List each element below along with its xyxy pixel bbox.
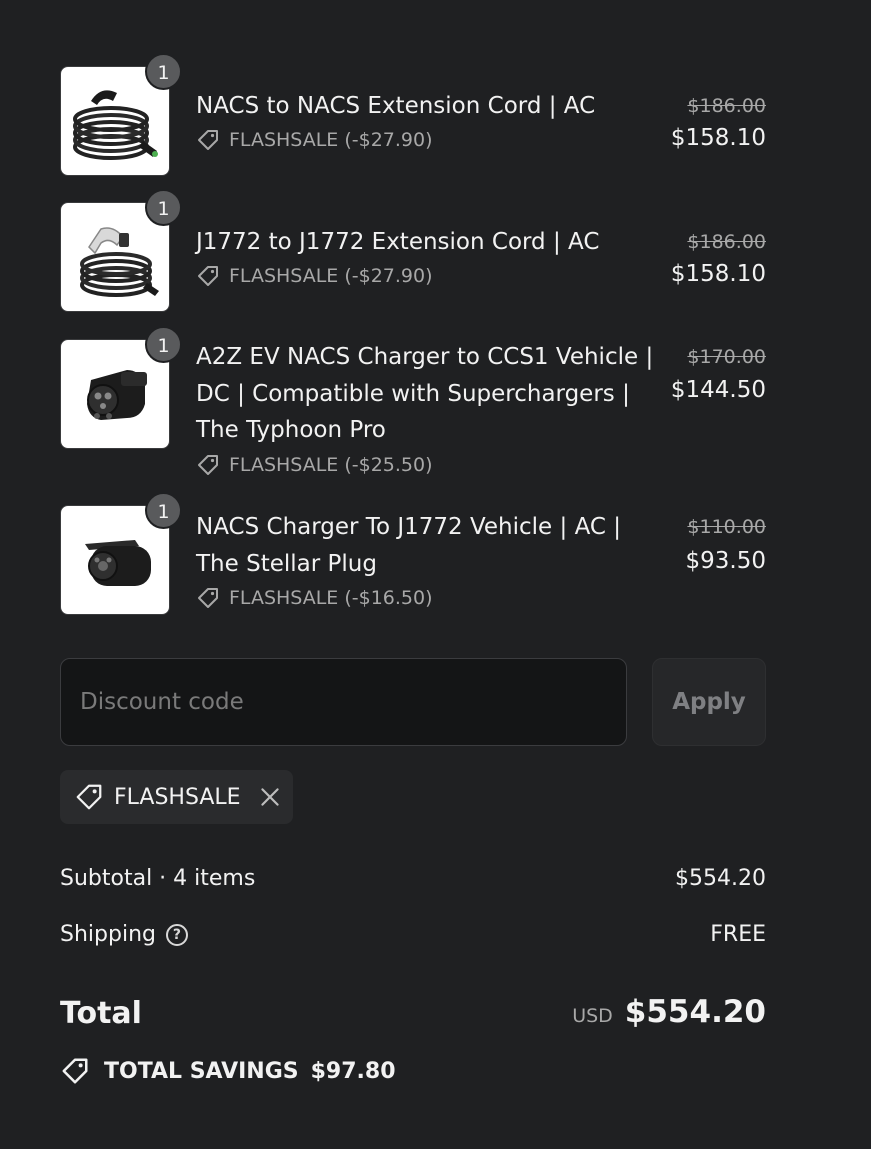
- remove-discount-icon[interactable]: [257, 784, 283, 810]
- savings-value: $97.80: [310, 1058, 396, 1084]
- subtotal-row: Subtotal · 4 items $554.20: [60, 866, 766, 891]
- discounted-price: $158.10: [670, 261, 766, 287]
- total-amount: USD $554.20: [572, 994, 766, 1030]
- tag-icon: [62, 1058, 88, 1084]
- tag-icon: [198, 266, 218, 286]
- tag-icon: [198, 455, 218, 475]
- item-discount-label: FLASHSALE (-$25.50): [229, 454, 433, 476]
- discounted-price: $158.10: [670, 125, 766, 151]
- discounted-price: $93.50: [685, 548, 766, 574]
- tag-icon: [76, 784, 102, 810]
- tag-icon: [198, 588, 218, 608]
- apply-button[interactable]: Apply: [652, 658, 766, 746]
- help-icon[interactable]: ?: [165, 924, 188, 946]
- discount-code-input[interactable]: [60, 658, 627, 746]
- item-discount-label: FLASHSALE (-$27.90): [229, 265, 433, 287]
- subtotal-label: Subtotal · 4 items: [60, 866, 256, 891]
- item-discount: FLASHSALE (-$27.90): [196, 264, 433, 288]
- order-summary: 1 NACS to NACS Extension Cord | AC FLASH…: [0, 0, 871, 1149]
- line-item: 1 J1772 to J1772 Extension Cord | AC FLA…: [60, 189, 766, 312]
- applied-discount-label: FLASHSALE: [114, 784, 241, 810]
- quantity-badge: 1: [145, 189, 182, 226]
- currency-code: USD: [572, 1005, 613, 1027]
- item-discount: FLASHSALE (-$25.50): [196, 453, 433, 477]
- product-name: NACS Charger To J1772 Vehicle | AC | The…: [196, 514, 622, 577]
- discounted-price: $144.50: [670, 377, 766, 403]
- original-price: $170.00: [687, 346, 766, 368]
- line-item: 1 NACS to NACS Extension Cord | AC FLASH…: [60, 53, 766, 176]
- quantity-badge: 1: [145, 326, 182, 363]
- item-discount-label: FLASHSALE (-$27.90): [229, 129, 433, 151]
- item-discount-label: FLASHSALE (-$16.50): [229, 587, 433, 609]
- line-item: 1 NACS Charger To J1772 Vehicle | AC | T…: [60, 492, 766, 615]
- product-name: NACS to NACS Extension Cord | AC: [196, 93, 596, 119]
- total-value: $554.20: [624, 994, 766, 1030]
- item-discount: FLASHSALE (-$27.90): [196, 128, 433, 152]
- product-name: J1772 to J1772 Extension Cord | AC: [196, 229, 600, 255]
- total-savings: TOTAL SAVINGS $97.80: [60, 1056, 396, 1086]
- item-discount: FLASHSALE (-$16.50): [196, 586, 433, 610]
- line-item: 1 A2Z EV NACS Charger to CCS1 Vehicle | …: [60, 326, 766, 479]
- applied-discount-chip: FLASHSALE: [60, 770, 293, 824]
- total-label: Total: [60, 996, 142, 1031]
- quantity-badge: 1: [145, 492, 182, 529]
- quantity-badge: 1: [145, 53, 182, 90]
- original-price: $186.00: [687, 95, 766, 117]
- shipping-label: Shipping: [60, 922, 156, 947]
- original-price: $186.00: [687, 231, 766, 253]
- savings-label: TOTAL SAVINGS: [104, 1058, 299, 1084]
- shipping-row: Shipping? FREE: [60, 922, 766, 947]
- shipping-value: FREE: [710, 922, 766, 947]
- subtotal-value: $554.20: [675, 866, 766, 891]
- original-price: $110.00: [687, 516, 766, 538]
- tag-icon: [198, 130, 218, 150]
- product-name: A2Z EV NACS Charger to CCS1 Vehicle | DC…: [196, 344, 654, 443]
